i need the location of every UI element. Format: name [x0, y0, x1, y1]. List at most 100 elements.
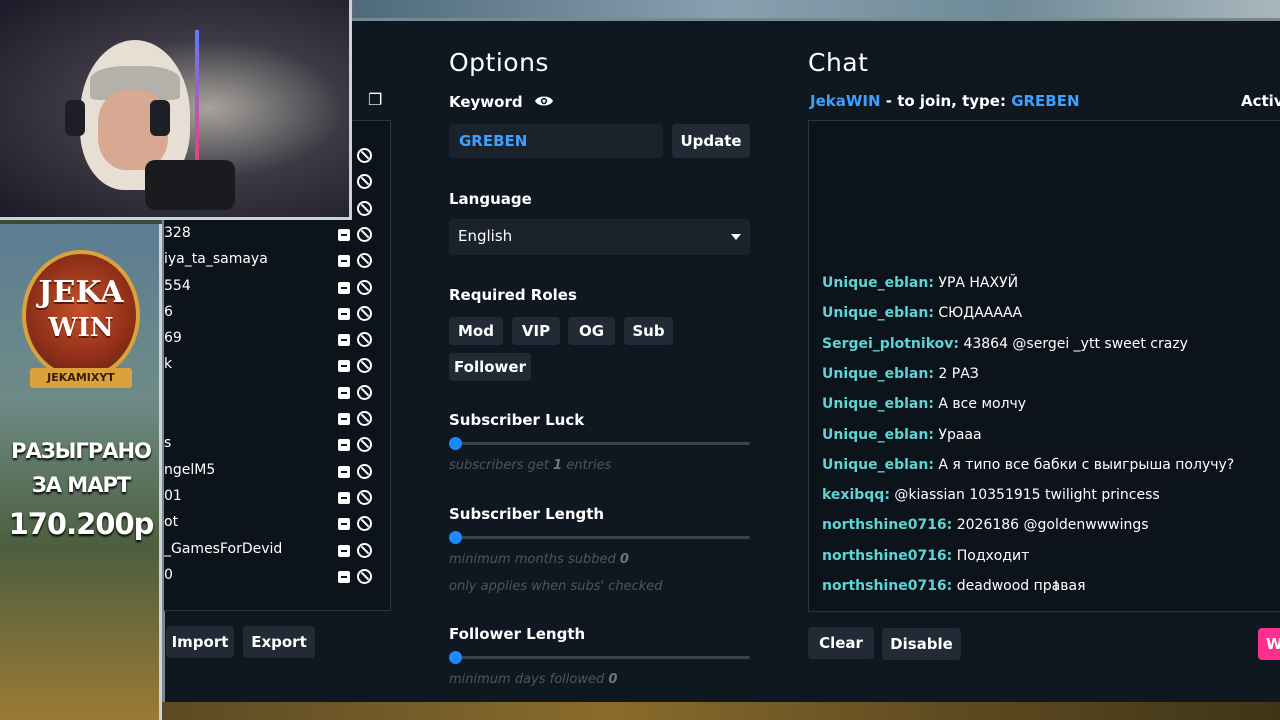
chat-message: Unique_eblan: А все молчу [822, 394, 1026, 414]
ban-icon[interactable] [357, 280, 372, 295]
subscriber-length-slider[interactable] [449, 531, 462, 544]
role-follower-button[interactable]: Follower [449, 353, 531, 381]
subscriber-luck-value: 1 [553, 458, 563, 473]
promo-line1: РАЗЫГРАНО [11, 439, 152, 463]
subscriber-luck-label: Subscriber Luck [449, 411, 585, 429]
subscriber-length-hint: minimum months subbed 0 [449, 552, 629, 567]
user-name: iya_ta_samaya [164, 251, 268, 267]
chat-username[interactable]: Sergei_plotnikov: [822, 336, 959, 352]
led-light-strip [195, 30, 199, 180]
role-og-button[interactable]: OG [568, 317, 615, 345]
checkbox-icon[interactable] [338, 571, 350, 583]
chat-username[interactable]: Unique_eblan: [822, 275, 934, 291]
checkbox-icon[interactable] [338, 282, 350, 294]
checkbox-icon[interactable] [338, 545, 350, 557]
ban-icon[interactable] [357, 411, 372, 426]
required-roles-label: Required Roles [449, 286, 577, 304]
language-value: English [458, 227, 513, 245]
join-instructions: JekaWIN - to join, type: GREBEN [810, 92, 1080, 110]
subscriber-length-hint-text: minimum months subbed [449, 552, 616, 567]
text-cursor-icon: I [1054, 579, 1059, 595]
ban-icon[interactable] [357, 464, 372, 479]
checkbox-icon[interactable] [338, 466, 350, 478]
subscriber-luck-hint-suffix: entries [566, 458, 612, 473]
chat-username[interactable]: northshine0716: [822, 578, 952, 594]
user-name: 554 [164, 278, 191, 294]
subscriber-luck-slider[interactable] [449, 437, 462, 450]
user-name: ot [164, 514, 179, 530]
ban-icon[interactable] [357, 201, 372, 216]
user-name: 6 [164, 304, 173, 320]
ban-icon[interactable] [357, 490, 372, 505]
chat-username[interactable]: Unique_eblan: [822, 457, 934, 473]
chat-username[interactable]: northshine0716: [822, 548, 952, 564]
ban-icon[interactable] [357, 332, 372, 347]
chat-username[interactable]: northshine0716: [822, 517, 952, 533]
checkbox-icon[interactable] [338, 255, 350, 267]
chat-message: northshine0716: deadwood правая [822, 576, 1086, 596]
chat-message: kexibqq: @kiassian 10351915 twilight pri… [822, 485, 1160, 505]
role-mod-button[interactable]: Mod [449, 317, 503, 345]
chat-message: Sergei_plotnikov: 43864 @sergei _ytt swe… [822, 334, 1188, 354]
brand-name-top: JEKA [38, 275, 124, 310]
options-title: Options [449, 48, 549, 77]
user-row: 69 [164, 330, 384, 357]
ban-icon[interactable] [357, 385, 372, 400]
copy-icon[interactable]: ❐ [368, 92, 386, 108]
export-button[interactable]: Export [243, 626, 315, 658]
user-row: iya_ta_samaya [164, 251, 384, 278]
checkbox-icon[interactable] [338, 387, 350, 399]
ban-icon[interactable] [357, 569, 372, 584]
chat-message: Unique_eblan: Урааа [822, 425, 982, 445]
ban-icon[interactable] [357, 437, 372, 452]
eye-icon[interactable] [534, 93, 554, 109]
chat-text: А все молчу [938, 396, 1027, 412]
follower-length-slider[interactable] [449, 651, 462, 664]
ban-icon[interactable] [357, 306, 372, 321]
ban-icon[interactable] [357, 253, 372, 268]
active-label: Active [1241, 92, 1280, 110]
chat-username[interactable]: Unique_eblan: [822, 366, 934, 382]
user-name: _GamesForDevid [164, 541, 283, 557]
user-row: s [164, 435, 384, 462]
checkbox-icon[interactable] [338, 413, 350, 425]
ban-icon[interactable] [357, 543, 372, 558]
import-button[interactable]: Import [166, 626, 234, 658]
chat-username[interactable]: kexibqq: [822, 487, 890, 503]
checkbox-icon[interactable] [338, 229, 350, 241]
keyword-input[interactable] [449, 124, 663, 158]
subscriber-length-note: only applies when subs' checked [449, 579, 663, 594]
user-row: 01 [164, 488, 384, 515]
ban-icon[interactable] [357, 227, 372, 242]
checkbox-icon[interactable] [338, 334, 350, 346]
chat-username[interactable]: Unique_eblan: [822, 305, 934, 321]
ban-icon[interactable] [357, 358, 372, 373]
ban-icon[interactable] [357, 516, 372, 531]
ban-icon[interactable] [357, 174, 372, 189]
clear-button[interactable]: Clear [808, 627, 874, 659]
headphone-right [150, 100, 170, 136]
chat-message: Unique_eblan: СЮДААААА [822, 303, 1022, 323]
user-row [164, 410, 384, 436]
user-name: k [164, 356, 173, 372]
checkbox-icon[interactable] [338, 492, 350, 504]
pick-winner-button[interactable]: W [1258, 628, 1280, 660]
chat-username[interactable]: Unique_eblan: [822, 396, 934, 412]
chevron-down-icon [731, 234, 741, 240]
checkbox-icon[interactable] [338, 518, 350, 530]
role-sub-button[interactable]: Sub [624, 317, 673, 345]
ban-icon[interactable] [357, 148, 372, 163]
disable-button[interactable]: Disable [882, 628, 961, 660]
chat-text: deadwood правая [956, 578, 1086, 594]
chat-username[interactable]: Unique_eblan: [822, 427, 934, 443]
subscriber-length-label: Subscriber Length [449, 505, 605, 523]
role-vip-button[interactable]: VIP [512, 317, 560, 345]
webcam-overlay [0, 0, 352, 220]
checkbox-icon[interactable] [338, 308, 350, 320]
language-select[interactable]: English [449, 219, 750, 255]
chat-text: @kiassian 10351915 twilight princess [894, 487, 1160, 503]
update-button[interactable]: Update [672, 124, 750, 158]
checkbox-icon[interactable] [338, 439, 350, 451]
checkbox-icon[interactable] [338, 360, 350, 372]
user-name: s [164, 435, 172, 451]
